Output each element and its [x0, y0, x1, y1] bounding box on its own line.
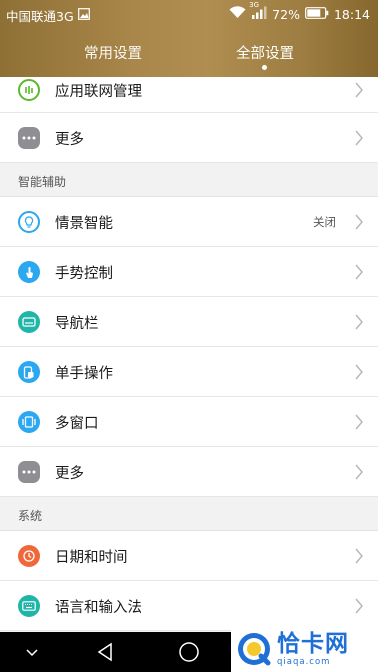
list-item-label: 更多 [55, 466, 84, 482]
header: 中国联通3G 3G 72% 18:14 常用设置 全部设置 [0, 0, 378, 77]
chevron-right-icon [355, 314, 363, 330]
one-hand-icon [18, 361, 40, 383]
list-item-date-time[interactable]: 日期和时间 [0, 531, 378, 581]
network-badge: 3G [249, 1, 260, 9]
battery-percent: 72% [272, 6, 300, 22]
multi-window-icon [18, 411, 40, 433]
collapse-nav-button[interactable] [2, 632, 62, 672]
keyboard-icon [18, 595, 40, 617]
list-item-label: 单手操作 [55, 366, 113, 382]
clock-icon [18, 545, 40, 567]
list-item-gesture-control[interactable]: 手势控制 [0, 247, 378, 297]
chevron-right-icon [355, 130, 363, 146]
image-notification-icon [77, 8, 90, 23]
signal-icon: 3G [249, 1, 267, 22]
list-item-more[interactable]: 更多 [0, 113, 378, 163]
home-circle-icon [179, 642, 199, 662]
more-dots-icon [18, 127, 40, 149]
settings-tabs: 常用设置 全部设置 [0, 28, 378, 77]
list-item-one-hand-mode[interactable]: 单手操作 [0, 347, 378, 397]
list-item-app-network[interactable]: 应用联网管理 [0, 77, 378, 113]
list-item-label: 更多 [55, 132, 84, 148]
settings-list[interactable]: 应用联网管理 更多 智能辅助 情景智能 关闭 手势控制 导航栏 单手操作 多窗口… [0, 77, 378, 632]
list-item-more-assist[interactable]: 更多 [0, 447, 378, 497]
bulb-icon [18, 211, 40, 233]
section-title: 系统 [18, 509, 43, 523]
chevron-right-icon [355, 364, 363, 380]
active-tab-indicator [262, 65, 267, 70]
network-app-icon [18, 79, 40, 101]
back-triangle-icon [97, 642, 112, 662]
chevron-right-icon [355, 548, 363, 564]
list-item-scene-intelligence[interactable]: 情景智能 关闭 [0, 197, 378, 247]
section-header-system: 系统 [0, 497, 378, 531]
more-dots-icon [18, 461, 40, 483]
chevron-right-icon [355, 82, 363, 98]
section-header-smart-assist: 智能辅助 [0, 163, 378, 197]
chevron-right-icon [355, 214, 363, 230]
list-item-label: 多窗口 [55, 416, 99, 432]
list-item-label: 导航栏 [55, 316, 99, 332]
chevron-right-icon [355, 598, 363, 614]
chevron-right-icon [355, 464, 363, 480]
clock-time: 18:14 [333, 6, 370, 22]
list-item-language-input[interactable]: 语言和输入法 [0, 581, 378, 631]
list-item-label: 手势控制 [55, 266, 113, 282]
list-item-navigation-bar[interactable]: 导航栏 [0, 297, 378, 347]
status-value: 关闭 [313, 215, 336, 229]
watermark-emblem-icon [235, 630, 273, 668]
chevron-right-icon [355, 414, 363, 430]
watermark-logo: 恰卡网 qiaqa.com [231, 626, 378, 672]
chevron-down-icon [26, 648, 38, 656]
status-bar: 中国联通3G 3G 72% 18:14 [0, 0, 378, 28]
list-item-label: 语言和输入法 [55, 600, 142, 616]
list-item-label: 日期和时间 [55, 550, 128, 566]
carrier-label: 中国联通3G [6, 9, 74, 24]
chevron-right-icon [355, 264, 363, 280]
watermark-title: 恰卡网 [277, 631, 349, 657]
gesture-icon [18, 261, 40, 283]
tab-common-settings[interactable]: 常用设置 [84, 42, 142, 63]
back-button[interactable] [75, 632, 135, 672]
battery-icon [305, 6, 329, 22]
tab-all-settings[interactable]: 全部设置 [236, 42, 294, 63]
home-button[interactable] [159, 632, 219, 672]
list-item-label: 应用联网管理 [55, 84, 142, 100]
wifi-icon [229, 6, 246, 22]
list-item-label: 情景智能 [55, 216, 113, 232]
navbar-icon [18, 311, 40, 333]
list-item-multi-window[interactable]: 多窗口 [0, 397, 378, 447]
section-title: 智能辅助 [18, 175, 67, 189]
watermark-subtitle: qiaqa.com [277, 657, 331, 667]
